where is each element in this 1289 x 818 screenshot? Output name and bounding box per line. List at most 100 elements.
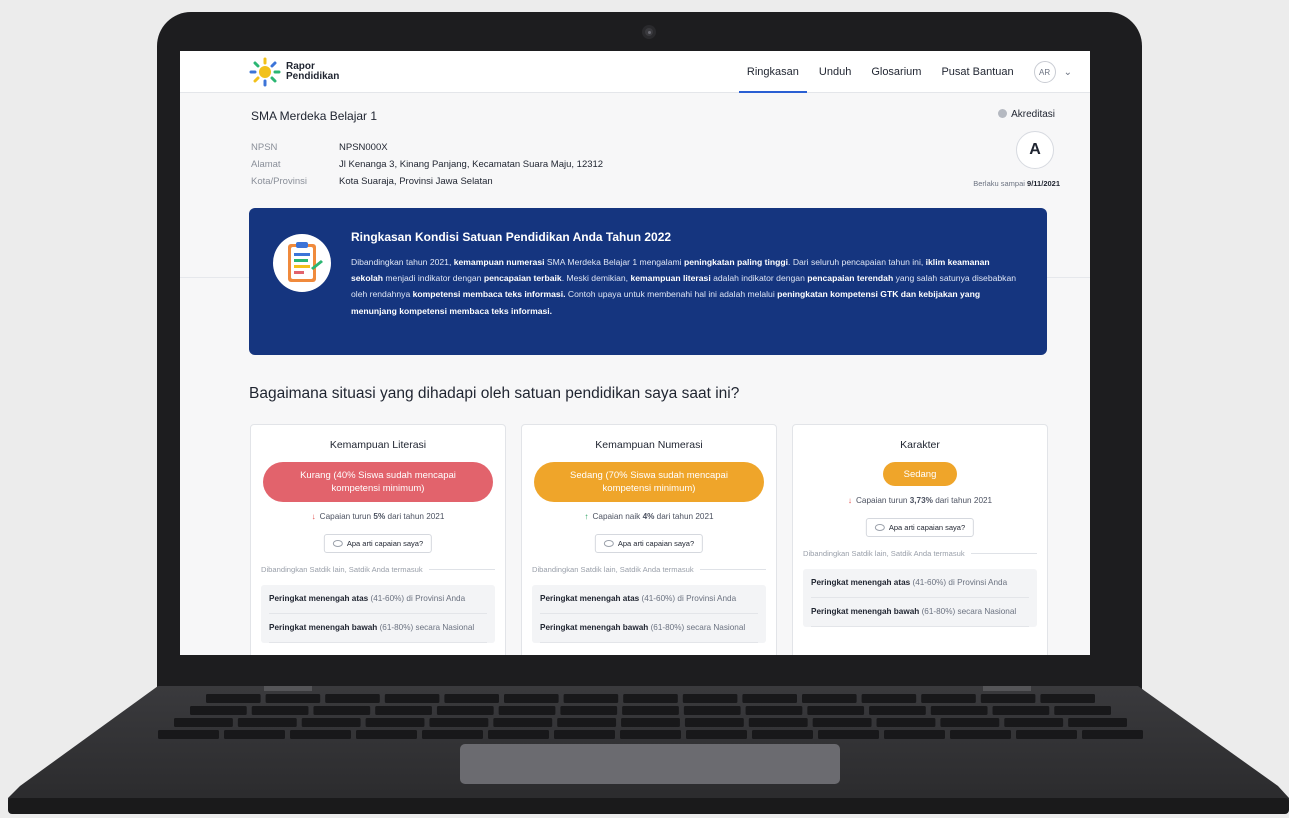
keyboard-key [1054,706,1111,715]
rank-bold: Peringkat menengah atas [811,578,911,587]
keyboard-key [683,706,741,715]
accreditation-label[interactable]: Akreditasi [935,109,1055,120]
change-indicator: ↓ Capaian turun 3,73% dari tahun 2021 [793,496,1047,505]
nav-unduh[interactable]: Unduh [819,51,851,93]
help-button[interactable]: Apa arti capaian saya? [865,518,975,537]
keyboard-key [158,730,219,739]
keyboard-key [224,730,285,739]
keyboard-key [1040,694,1095,703]
help-button[interactable]: Apa arti capaian saya? [323,534,433,553]
keyboard-key [752,730,813,739]
card-title: Kemampuan Numerasi [595,439,703,451]
keyboard-key [325,694,380,703]
keyboard-key [504,694,559,703]
rank-rest: (61-80%) secara Nasional [919,607,1017,616]
status-badge: Sedang [883,462,957,486]
summary-highlight: kemampuan literasi [630,273,711,284]
nav-links: Ringkasan Unduh Glosarium Pusat Bantuan … [727,51,1072,93]
info-label: Alamat [251,159,281,170]
keyboard-key [884,730,945,739]
rank-rest: (41-60%) di Provinsi Anda [910,578,1008,587]
rank-rest: (61-80%) secara Nasional [648,623,746,632]
rank-rest: (61-80%) secara Nasional [377,623,475,632]
compare-label: Dibandingkan Satdik lain, Satdik Anda te… [803,549,1037,558]
keyboard-key [930,706,988,715]
summary-fragment: adalah indikator dengan [710,273,808,284]
status-badge: Kurang (40% Siswa sudah mencapai kompete… [263,462,493,502]
app-logo[interactable]: Rapor Pendidikan [248,57,339,87]
info-label: NPSN [251,142,278,153]
keyboard-key [554,730,615,739]
validity-date: 9/11/2021 [1027,179,1060,188]
clipboard-report-icon [273,234,331,292]
info-value: Jl Kenanga 3, Kinang Panjang, Kecamatan … [339,159,604,170]
keyboard-key [1016,730,1077,739]
rank-bold: Peringkat menengah atas [269,594,369,603]
keyboard-key [682,694,738,703]
keyboard-key [940,718,1000,727]
accreditation-block: Akreditasi [935,109,1055,120]
summary-highlight: kemampuan numerasi [453,257,545,267]
rank-bold: Peringkat menengah bawah [269,623,378,632]
keyboard-key [251,706,309,715]
keyboard-key [493,718,553,727]
rank-item: Peringkat menengah bawah (61-80%) secara… [269,614,487,643]
keyboard-key [745,706,803,715]
summary-text: Dibandingkan tahun 2021, kemampuan numer… [351,254,1023,319]
validity-prefix: Berlaku sampai [973,179,1025,188]
summary-fragment: menjadi indikator dengan [383,273,484,284]
webcam-icon [642,25,656,39]
arrow-up-icon: ↑ [584,512,589,521]
change-value: 3,73% [909,496,933,505]
info-row-alamat: Alamat Jl Kenanga 3, Kinang Panjang, Keca… [251,156,603,173]
indicator-card: Kemampuan Literasi Kurang (40% Siswa sud… [250,424,506,655]
rank-bold: Peringkat menengah bawah [540,623,649,632]
rank-bold: Peringkat menengah atas [540,594,640,603]
keyboard-key [190,706,247,715]
indicator-card: Kemampuan Numerasi Sedang (70% Siswa sud… [521,424,777,655]
keyboard-key [921,694,976,703]
summary-fragment: SMA Merdeka Belajar 1 mengalami [544,257,684,267]
keyboard-key [429,718,489,727]
keyboard-key [375,706,432,715]
sun-logo-icon [249,57,281,87]
keyboard-key [807,706,865,715]
keyboard-key [488,730,549,739]
keyboard-key [818,730,879,739]
chevron-down-icon[interactable]: ⌄ [1064,67,1072,78]
keyboard-key [1082,730,1143,739]
keyboard-key [265,694,321,703]
keyboard-key [950,730,1011,739]
keyboard-key [1004,718,1064,727]
keyboard-key [1068,718,1127,727]
keyboard-key [621,718,680,727]
info-label: Kota/Provinsi [251,176,307,187]
keyboard-key [980,694,1036,703]
rank-item: Peringkat menengah atas (41-60%) di Prov… [811,569,1029,598]
info-value: Kota Suaraja, Provinsi Jawa Selatan [339,176,493,187]
keyboard-key [992,706,1050,715]
keyboard-key [557,718,617,727]
nav-ringkasan[interactable]: Ringkasan [738,51,807,93]
keyboard-key [876,718,936,727]
change-prefix: Capaian turun [319,512,374,521]
keyboard-key [560,706,618,715]
keyboard-key [365,718,425,727]
keyboard-key [356,730,417,739]
nav-glosarium[interactable]: Glosarium [871,51,921,93]
keyboard-key [748,718,808,727]
user-avatar[interactable]: AR [1033,61,1056,83]
summary-title: Ringkasan Kondisi Satuan Pendidikan Anda… [351,230,672,244]
info-row-kota: Kota/Provinsi Kota Suaraja, Provinsi Jawa… [251,173,603,190]
change-indicator: ↑ Capaian naik 4% dari tahun 2021 [522,512,776,521]
summary-fragment: Dibandingkan tahun 2021, [351,257,454,267]
section-question: Bagaimana situasi yang dihadapi oleh sat… [249,385,740,402]
keyboard-key [206,694,261,703]
nav-pusat-bantuan[interactable]: Pusat Bantuan [941,51,1013,93]
indicator-cards: Kemampuan Literasi Kurang (40% Siswa sud… [250,424,1048,655]
keyboard-key [174,718,233,727]
help-button[interactable]: Apa arti capaian saya? [594,534,704,553]
summary-fragment: Contoh upaya untuk membenahi hal ini ada… [565,289,778,300]
compare-label: Dibandingkan Satdik lain, Satdik Anda te… [261,565,495,574]
keyboard-key [620,730,681,739]
